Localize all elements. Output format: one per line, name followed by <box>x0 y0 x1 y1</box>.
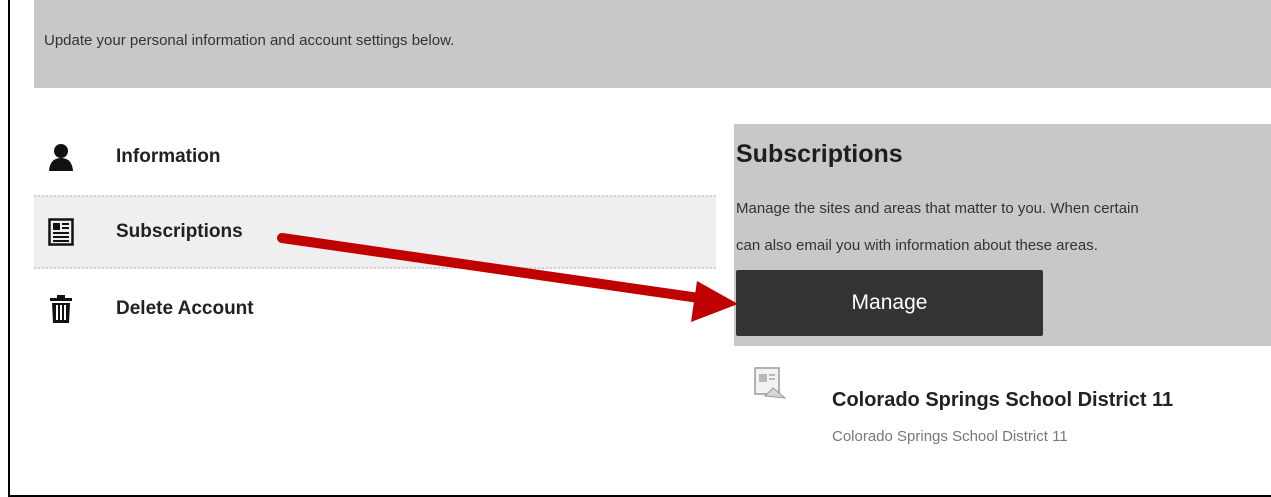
site-thumbnail-icon <box>751 366 789 402</box>
panel-description: Manage the sites and areas that matter t… <box>736 190 1271 264</box>
sidebar-item-label: Information <box>116 146 221 167</box>
panel-description-line: Manage the sites and areas that matter t… <box>736 200 1139 217</box>
settings-description: Update your personal information and acc… <box>44 32 455 49</box>
sidebar-item-information[interactable]: Information <box>34 120 716 194</box>
sidebar-item-label: Delete Account <box>116 298 254 319</box>
subscription-title[interactable]: Colorado Springs School District 11 <box>832 389 1173 412</box>
person-icon <box>46 142 76 172</box>
subscriptions-panel: Subscriptions Manage the sites and areas… <box>734 124 1271 346</box>
panel-title: Subscriptions <box>736 140 903 168</box>
settings-banner: Update your personal information and acc… <box>34 0 1271 88</box>
sidebar-item-subscriptions[interactable]: Subscriptions <box>34 195 716 269</box>
sidebar-item-label: Subscriptions <box>116 221 243 242</box>
newspaper-icon <box>46 217 76 247</box>
trash-icon <box>46 294 76 324</box>
manage-button[interactable]: Manage <box>736 270 1043 336</box>
subscription-subtitle: Colorado Springs School District 11 <box>832 428 1068 445</box>
panel-description-line: can also email you with information abou… <box>736 237 1098 254</box>
account-settings-page: Update your personal information and acc… <box>8 0 1271 497</box>
sidebar-item-delete-account[interactable]: Delete Account <box>34 272 716 346</box>
